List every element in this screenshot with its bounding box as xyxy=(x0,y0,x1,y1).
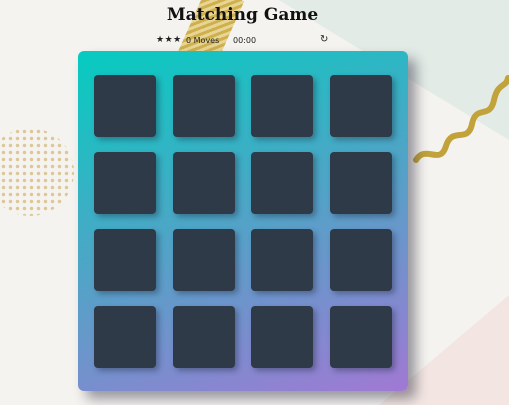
card[interactable] xyxy=(172,75,235,137)
card[interactable] xyxy=(172,306,235,368)
card[interactable] xyxy=(251,306,314,368)
card[interactable] xyxy=(94,229,156,291)
card[interactable] xyxy=(94,75,156,137)
moves-label: Moves xyxy=(193,36,220,45)
card[interactable] xyxy=(330,306,393,368)
restart-icon[interactable]: ↻ xyxy=(320,34,328,45)
card[interactable] xyxy=(330,152,393,214)
card[interactable] xyxy=(172,229,235,291)
card[interactable] xyxy=(172,152,235,214)
background-dotted-circle xyxy=(0,128,74,216)
page-title: Matching Game xyxy=(166,5,319,25)
background-squiggle xyxy=(413,75,509,163)
moves-counter: 0 Moves xyxy=(186,36,219,45)
timer: 00:00 xyxy=(233,36,257,45)
card[interactable] xyxy=(94,152,156,214)
card[interactable] xyxy=(251,75,314,137)
moves-count: 0 xyxy=(186,36,192,45)
card[interactable] xyxy=(330,75,393,137)
card[interactable] xyxy=(94,306,156,368)
card[interactable] xyxy=(330,229,393,291)
score-panel: ★★★ 0 Moves 00:00 ↻ xyxy=(156,34,336,47)
card-deck xyxy=(78,51,408,391)
card[interactable] xyxy=(251,229,314,291)
star-rating: ★★★ xyxy=(156,35,182,45)
card[interactable] xyxy=(251,152,314,214)
